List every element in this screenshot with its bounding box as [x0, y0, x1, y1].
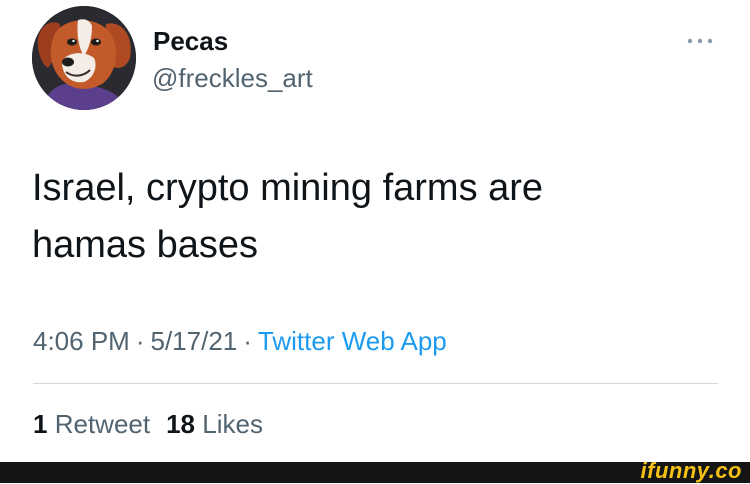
retweets-stat[interactable]: 1 Retweet	[33, 409, 150, 439]
tweet-card: Pecas @freckles_art Israel, crypto minin…	[0, 0, 750, 462]
tweet-meta: 4:06 PM · 5/17/21 · Twitter Web App	[33, 324, 447, 358]
display-name[interactable]: Pecas	[153, 25, 228, 57]
retweets-count: 1	[33, 409, 48, 439]
likes-count: 18	[166, 409, 196, 439]
meta-separator: ·	[243, 326, 252, 356]
likes-stat[interactable]: 18 Likes	[166, 409, 263, 439]
more-horizontal-icon[interactable]	[682, 35, 718, 47]
user-handle[interactable]: @freckles_art	[152, 62, 313, 94]
tweet-text-line: Israel, crypto mining farms are	[32, 167, 544, 209]
tweet-stats: 1 Retweet 18 Likes	[33, 407, 263, 441]
tweet-text: Israel, crypto mining farms are hamas ba…	[32, 160, 712, 274]
tweet-time[interactable]: 4:06 PM	[33, 326, 130, 356]
retweets-label: Retweet	[54, 409, 151, 439]
avatar[interactable]	[32, 6, 136, 110]
likes-label: Likes	[202, 409, 263, 439]
divider	[33, 383, 718, 384]
tweet-text-line: hamas bases	[32, 224, 259, 266]
ifunny-watermark: ifunny.co	[640, 458, 742, 483]
tweet-source-link[interactable]: Twitter Web App	[258, 326, 447, 356]
fox-character-icon	[32, 6, 136, 110]
meta-separator: ·	[135, 326, 145, 356]
watermark-bar: ifunny.co	[0, 458, 750, 483]
tweet-date[interactable]: 5/17/21	[151, 326, 238, 356]
